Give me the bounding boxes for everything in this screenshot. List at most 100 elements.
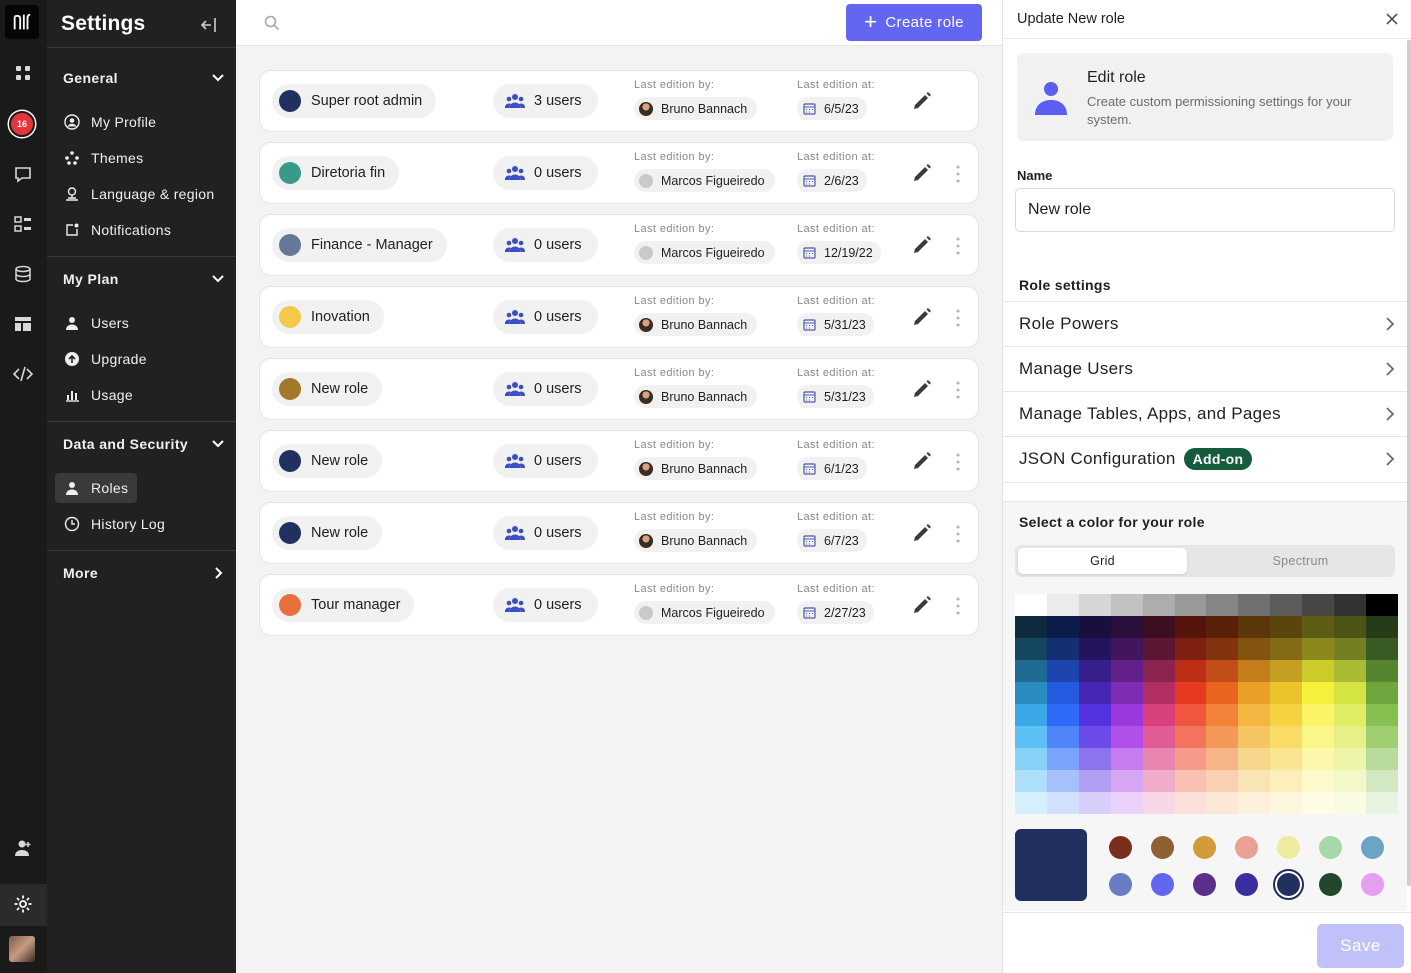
color-cell[interactable] bbox=[1238, 726, 1271, 748]
color-cell[interactable] bbox=[1046, 704, 1079, 726]
color-cell[interactable] bbox=[1270, 770, 1303, 792]
color-cell[interactable] bbox=[1206, 726, 1239, 748]
role-card[interactable]: Super root admin 3 users Last edition by: L… bbox=[259, 70, 979, 132]
color-cell[interactable] bbox=[1302, 594, 1335, 616]
preset-color-swatch[interactable] bbox=[1193, 836, 1216, 859]
color-cell[interactable] bbox=[1238, 594, 1271, 616]
color-cell[interactable] bbox=[1174, 704, 1207, 726]
role-card[interactable]: Diretoria fin 0 users Last edition by: Last… bbox=[259, 142, 979, 204]
color-cell[interactable] bbox=[1366, 726, 1398, 748]
save-button[interactable]: Save bbox=[1317, 924, 1404, 968]
color-cell[interactable] bbox=[1238, 748, 1271, 770]
role-card[interactable]: New role 0 users Last edition by: Last edit… bbox=[259, 430, 979, 492]
color-cell[interactable] bbox=[1110, 770, 1143, 792]
color-cell[interactable] bbox=[1334, 682, 1367, 704]
color-cell[interactable] bbox=[1238, 638, 1271, 660]
more-vertical-icon[interactable] bbox=[954, 452, 962, 472]
color-cell[interactable] bbox=[1015, 792, 1047, 814]
color-cell[interactable] bbox=[1334, 638, 1367, 660]
color-cell[interactable] bbox=[1078, 682, 1111, 704]
color-cell[interactable] bbox=[1078, 792, 1111, 814]
role-setting-row[interactable]: Role Powers bbox=[1003, 301, 1407, 346]
color-cell[interactable] bbox=[1270, 726, 1303, 748]
color-cell[interactable] bbox=[1174, 660, 1207, 682]
role-name-pill[interactable]: Finance - Manager bbox=[272, 228, 447, 262]
role-name-pill[interactable]: Inovation bbox=[272, 300, 384, 334]
color-cell[interactable] bbox=[1334, 726, 1367, 748]
color-cell[interactable] bbox=[1015, 682, 1047, 704]
role-card[interactable]: New role 0 users Last edition by: Last edit… bbox=[259, 358, 979, 420]
section-more[interactable]: More bbox=[63, 563, 225, 583]
role-name-pill[interactable]: New role bbox=[272, 372, 383, 406]
edit-pencil-icon[interactable] bbox=[911, 162, 933, 184]
color-cell[interactable] bbox=[1046, 792, 1079, 814]
color-cell[interactable] bbox=[1366, 770, 1398, 792]
role-setting-row[interactable]: Manage Users bbox=[1003, 346, 1407, 391]
color-cell[interactable] bbox=[1142, 616, 1175, 638]
role-setting-row[interactable]: JSON Configuration Add-on bbox=[1003, 436, 1407, 481]
panel-scrollbar[interactable] bbox=[1407, 40, 1411, 886]
preset-color-swatch[interactable] bbox=[1109, 836, 1132, 859]
color-cell[interactable] bbox=[1142, 682, 1175, 704]
color-cell[interactable] bbox=[1142, 770, 1175, 792]
role-users-pill[interactable]: 0 users bbox=[493, 300, 598, 334]
color-cell[interactable] bbox=[1334, 616, 1367, 638]
sidebar-item-language-region[interactable]: Language & region bbox=[63, 180, 214, 208]
color-cell[interactable] bbox=[1302, 682, 1335, 704]
preset-color-swatch[interactable] bbox=[1193, 873, 1216, 896]
sidebar-item-roles[interactable]: Roles bbox=[55, 473, 137, 503]
color-cell[interactable] bbox=[1046, 660, 1079, 682]
color-cell[interactable] bbox=[1046, 770, 1079, 792]
color-cell[interactable] bbox=[1142, 594, 1175, 616]
sidebar-item-history-log[interactable]: History Log bbox=[63, 510, 165, 538]
color-cell[interactable] bbox=[1142, 704, 1175, 726]
color-cell[interactable] bbox=[1110, 594, 1143, 616]
sidebar-item-upgrade[interactable]: Upgrade bbox=[63, 345, 147, 373]
color-cell[interactable] bbox=[1078, 660, 1111, 682]
role-name-pill[interactable]: Diretoria fin bbox=[272, 156, 400, 190]
notification-badge[interactable]: 16 bbox=[9, 111, 35, 137]
sidebar-item-notifications[interactable]: Notifications bbox=[63, 216, 171, 244]
layout-components-icon[interactable] bbox=[10, 211, 36, 237]
database-icon[interactable] bbox=[10, 261, 36, 287]
color-cell[interactable] bbox=[1078, 704, 1111, 726]
color-cell[interactable] bbox=[1174, 748, 1207, 770]
color-cell[interactable] bbox=[1302, 704, 1335, 726]
color-cell[interactable] bbox=[1270, 748, 1303, 770]
role-card[interactable]: Finance - Manager 0 users Last edition by:… bbox=[259, 214, 979, 276]
edit-pencil-icon[interactable] bbox=[911, 234, 933, 256]
create-role-button[interactable]: + Create role bbox=[846, 4, 982, 41]
color-cell[interactable] bbox=[1110, 660, 1143, 682]
role-name-pill[interactable]: Super root admin bbox=[272, 84, 437, 118]
color-cell[interactable] bbox=[1015, 616, 1047, 638]
color-cell[interactable] bbox=[1015, 660, 1047, 682]
color-cell[interactable] bbox=[1206, 704, 1239, 726]
more-vertical-icon[interactable] bbox=[954, 236, 962, 256]
tab-grid[interactable]: Grid bbox=[1018, 548, 1187, 574]
role-users-pill[interactable]: 0 users bbox=[493, 372, 598, 406]
role-card[interactable]: New role 0 users Last edition by: Last edit… bbox=[259, 502, 979, 564]
color-cell[interactable] bbox=[1302, 638, 1335, 660]
color-cell[interactable] bbox=[1015, 770, 1047, 792]
color-cell[interactable] bbox=[1046, 616, 1079, 638]
edit-pencil-icon[interactable] bbox=[911, 450, 933, 472]
color-cell[interactable] bbox=[1302, 616, 1335, 638]
role-users-pill[interactable]: 0 users bbox=[493, 444, 598, 478]
role-name-input[interactable] bbox=[1015, 188, 1395, 232]
color-cell[interactable] bbox=[1174, 726, 1207, 748]
color-cell[interactable] bbox=[1110, 638, 1143, 660]
color-cell[interactable] bbox=[1334, 748, 1367, 770]
preset-color-swatch[interactable] bbox=[1235, 836, 1258, 859]
chat-icon[interactable] bbox=[10, 161, 36, 187]
color-cell[interactable] bbox=[1206, 660, 1239, 682]
color-cell[interactable] bbox=[1206, 594, 1239, 616]
color-cell[interactable] bbox=[1366, 792, 1398, 814]
color-cell[interactable] bbox=[1238, 770, 1271, 792]
preset-color-swatch[interactable] bbox=[1109, 873, 1132, 896]
apps-grid-icon[interactable] bbox=[10, 60, 36, 86]
color-cell[interactable] bbox=[1174, 594, 1207, 616]
color-cell[interactable] bbox=[1206, 770, 1239, 792]
color-cell[interactable] bbox=[1238, 682, 1271, 704]
role-card[interactable]: Inovation 0 users Last edition by: Last edi… bbox=[259, 286, 979, 348]
role-name-pill[interactable]: New role bbox=[272, 516, 383, 550]
